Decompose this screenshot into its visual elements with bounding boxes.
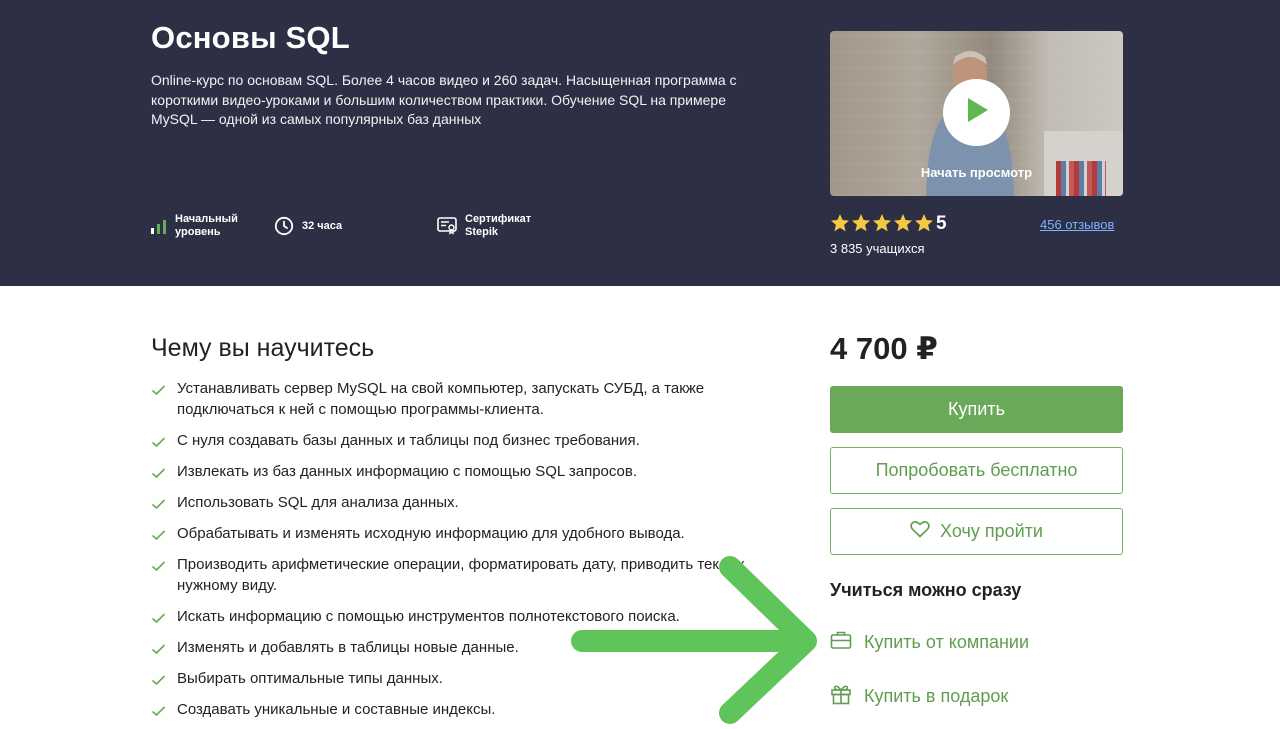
learn-item: Искать информацию с помощью инструментов… (151, 606, 751, 627)
star-icon (831, 214, 849, 232)
meta-level-line1: Начальный (175, 213, 238, 225)
video-preview[interactable]: Начать просмотр (830, 31, 1123, 196)
learn-item-text: Устанавливать сервер MySQL на свой компь… (177, 380, 705, 418)
learn-item: Извлекать из баз данных информацию с пом… (151, 461, 751, 482)
learn-item-text: Искать информацию с помощью инструментов… (177, 608, 680, 625)
meta-hours: 32 часа (274, 216, 342, 236)
wishlist-button-label: Хочу пройти (940, 521, 1043, 541)
check-icon (151, 671, 166, 692)
learn-item-text: Извлекать из баз данных информацию с пом… (177, 463, 638, 480)
learn-item-text: Изменять и добавлять в таблицы новые дан… (177, 639, 519, 656)
learners-count: 3 835 учащихся (830, 241, 925, 256)
check-icon (151, 702, 166, 723)
meta-level: Начальный уровень (150, 213, 238, 239)
learn-item: Изменять и добавлять в таблицы новые дан… (151, 637, 751, 658)
learn-item-text: Выбирать оптимальные типы данных. (177, 670, 443, 687)
meta-cert-line1: Сертификат (465, 213, 532, 225)
clock-icon (274, 216, 294, 236)
video-caption: Начать просмотр (920, 165, 1033, 180)
instant-learning-title: Учиться можно сразу (830, 580, 1022, 600)
learn-item: Производить арифметические операции, фор… (151, 554, 751, 596)
learn-item-text: С нуля создавать базы данных и таблицы п… (177, 432, 640, 449)
buy-from-company-link[interactable]: Купить от компании (830, 630, 1029, 655)
star-icon (852, 214, 870, 232)
learn-item: Обрабатывать и изменять исходную информа… (151, 523, 751, 544)
buy-as-gift-link[interactable]: Купить в подарок (830, 683, 1008, 710)
check-icon (151, 640, 166, 661)
gift-icon (830, 683, 852, 710)
check-icon (151, 433, 166, 454)
course-page: Основы SQL Online-курс по основам SQL. Б… (0, 0, 1280, 729)
check-icon (151, 526, 166, 547)
learn-section-title: Чему вы научитесь (151, 334, 375, 362)
learn-item: Создавать уникальные и составные индексы… (151, 699, 751, 720)
check-icon (151, 609, 166, 630)
learn-item-text: Производить арифметические операции, фор… (177, 556, 745, 594)
play-icon (964, 96, 990, 129)
buy-as-gift-label: Купить в подарок (864, 686, 1009, 706)
learn-item: Использовать SQL для анализа данных. (151, 492, 751, 513)
meta-level-text: Начальный уровень (175, 213, 238, 239)
learn-item: Выбирать оптимальные типы данных. (151, 668, 751, 689)
try-free-button[interactable]: Попробовать бесплатно (830, 447, 1123, 494)
buy-button[interactable]: Купить (830, 386, 1123, 433)
learn-item-text: Использовать SQL для анализа данных. (177, 494, 459, 511)
heart-icon (910, 520, 930, 543)
meta-hours-text: 32 часа (302, 219, 343, 232)
buy-from-company-label: Купить от компании (864, 632, 1030, 652)
meta-cert-line2: Stepik (465, 226, 499, 238)
learn-item: С нуля создавать базы данных и таблицы п… (151, 430, 751, 451)
learn-list: Устанавливать сервер MySQL на свой компь… (151, 378, 751, 720)
course-description: Online-курс по основам SQL. Более 4 часо… (151, 72, 737, 127)
meta-level-line2: уровень (175, 226, 221, 238)
check-icon (151, 381, 166, 402)
check-icon (151, 464, 166, 485)
star-icon (873, 214, 891, 232)
wishlist-button[interactable]: Хочу пройти (830, 508, 1123, 555)
meta-certificate: Сертификат Stepik (437, 213, 531, 239)
reviews-link[interactable]: 456 отзывов (1040, 217, 1114, 232)
rating-value: 5 (936, 213, 947, 234)
star-icon (894, 214, 912, 232)
certificate-icon (437, 217, 457, 235)
rating-stars (830, 213, 934, 233)
play-button[interactable] (943, 79, 1010, 146)
try-free-button-label: Попробовать бесплатно (875, 460, 1078, 480)
check-icon (151, 557, 166, 578)
check-icon (151, 495, 166, 516)
course-price: 4 700 ₽ (830, 331, 938, 366)
learn-item-text: Создавать уникальные и составные индексы… (177, 701, 496, 718)
meta-cert-text: Сертификат Stepik (465, 213, 531, 239)
learn-item: Устанавливать сервер MySQL на свой компь… (151, 378, 751, 420)
course-hero: Основы SQL Online-курс по основам SQL. Б… (0, 0, 1280, 286)
briefcase-icon (830, 630, 852, 655)
course-title: Основы SQL (151, 20, 350, 55)
learn-item-text: Обрабатывать и изменять исходную информа… (177, 525, 685, 542)
star-icon (915, 214, 933, 232)
level-bars-icon (150, 218, 167, 235)
buy-button-label: Купить (948, 399, 1005, 419)
